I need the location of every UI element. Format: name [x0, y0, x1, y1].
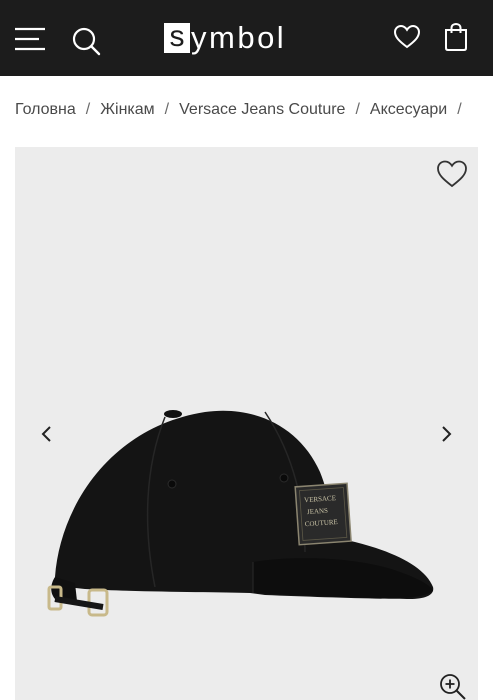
breadcrumb-separator: /	[355, 101, 360, 118]
search-icon[interactable]	[70, 25, 102, 57]
logo-text: ymbol	[191, 20, 287, 55]
product-gallery: VERSACE JEANS COUTURE	[15, 147, 478, 700]
breadcrumb-women[interactable]: Жінкам	[100, 101, 154, 119]
patch-text-line-2: JEANS	[307, 507, 329, 516]
heart-icon[interactable]	[393, 24, 421, 50]
breadcrumb-brand[interactable]: Versace Jeans Couture	[179, 101, 345, 119]
site-logo[interactable]: s ymbol	[164, 18, 286, 58]
breadcrumb-separator: /	[457, 101, 462, 118]
logo-letter: s	[164, 22, 190, 53]
product-image-cap[interactable]: VERSACE JEANS COUTURE	[15, 387, 478, 687]
breadcrumb-separator: /	[164, 101, 170, 118]
breadcrumb-separator: /	[85, 101, 91, 118]
shopping-bag-icon[interactable]	[443, 22, 469, 52]
site-header: s ymbol	[0, 0, 493, 76]
zoom-in-icon[interactable]	[438, 672, 468, 700]
breadcrumb: Головна / Жінкам / Versace Jeans Couture…	[15, 98, 493, 122]
favorite-heart-icon[interactable]	[436, 159, 468, 189]
breadcrumb-home[interactable]: Головна	[15, 101, 76, 119]
breadcrumb-accessories[interactable]: Аксесуари	[370, 101, 447, 119]
menu-icon[interactable]	[14, 24, 48, 54]
